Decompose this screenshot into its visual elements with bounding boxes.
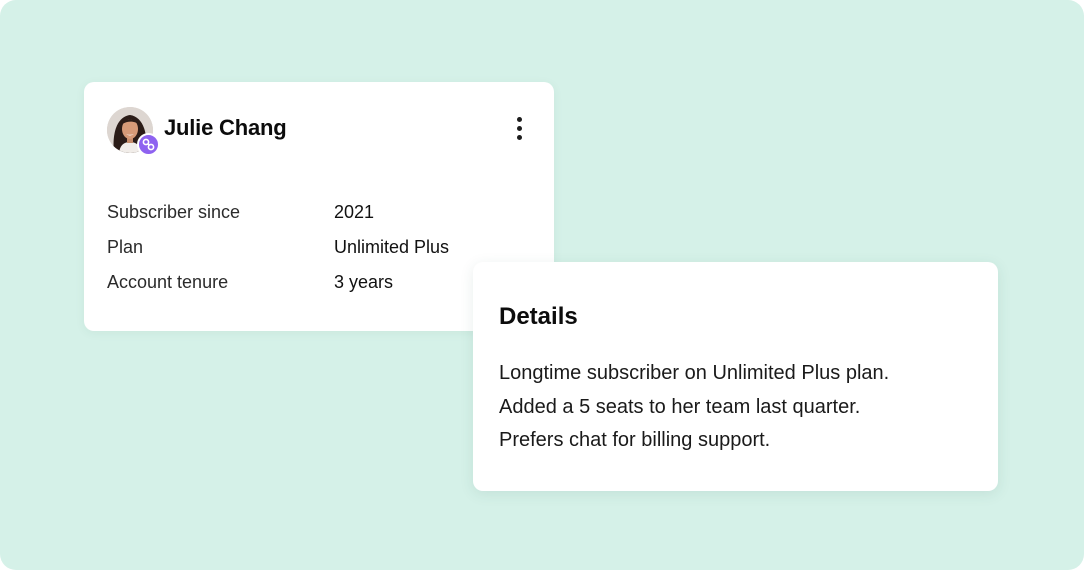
more-vertical-icon — [516, 116, 522, 122]
info-row-account-tenure: Account tenure 3 years — [107, 270, 527, 294]
details-line: Prefers chat for billing support. — [499, 429, 771, 451]
more-vertical-icon — [516, 134, 522, 140]
link-icon — [137, 133, 160, 156]
info-row-subscriber-since: Subscriber since 2021 — [107, 200, 527, 224]
info-label: Plan — [107, 237, 144, 257]
info-value: 2021 — [334, 202, 375, 222]
more-options-button[interactable] — [509, 113, 529, 143]
page-background: Julie Chang Subscriber since 2021 Plan U… — [0, 0, 1084, 570]
info-label: Subscriber since — [107, 202, 241, 222]
customer-name: Julie Chang — [164, 115, 287, 140]
details-card: Details Longtime subscriber on Unlimited… — [473, 262, 998, 491]
info-label: Account tenure — [107, 272, 229, 292]
details-line: Added a 5 seats to her team last quarter… — [499, 396, 861, 418]
details-line: Longtime subscriber on Unlimited Plus pl… — [499, 362, 890, 384]
more-vertical-icon — [516, 125, 522, 131]
details-title: Details — [499, 303, 578, 330]
info-value: Unlimited Plus — [334, 237, 450, 257]
info-row-plan: Plan Unlimited Plus — [107, 235, 527, 259]
info-value: 3 years — [334, 272, 394, 292]
